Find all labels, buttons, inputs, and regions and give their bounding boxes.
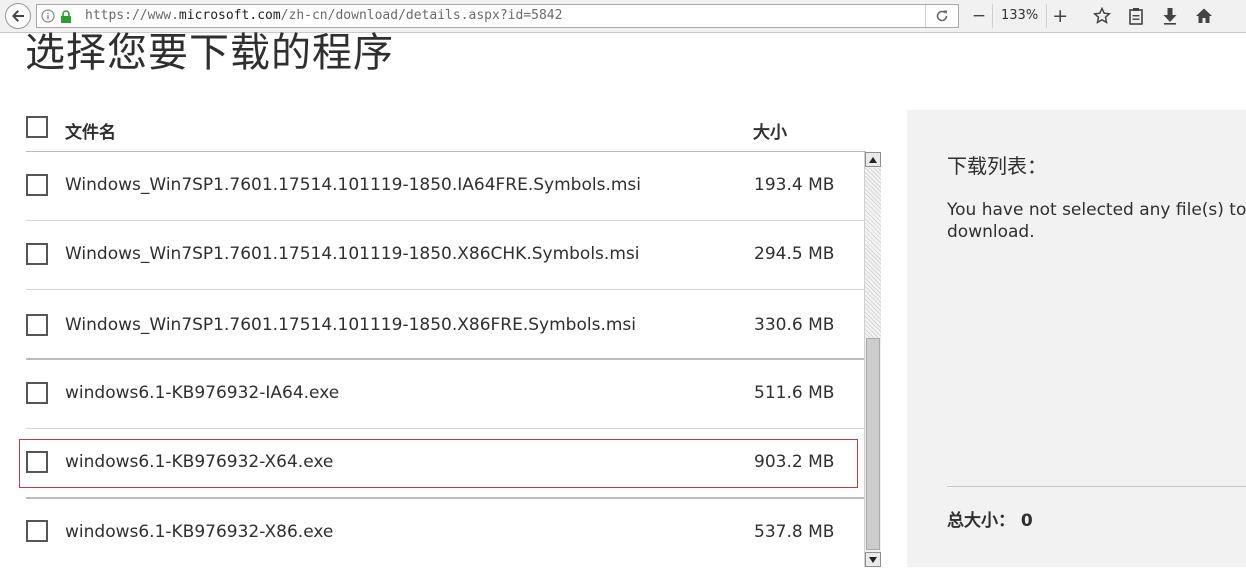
file-row[interactable]: Windows_Win7SP1.7601.17514.101119-1850.I… xyxy=(26,152,866,221)
file-row[interactable]: windows6.1-KB976932-IA64.exe 511.6 MB xyxy=(26,360,866,429)
info-icon[interactable] xyxy=(41,9,55,23)
downloads-button[interactable] xyxy=(1158,4,1182,28)
url-bar[interactable]: https://www.microsoft.com/zh-cn/download… xyxy=(36,4,959,28)
highlight-box xyxy=(19,439,858,488)
column-header-size: 大小 xyxy=(753,123,787,143)
url-suffix: /zh-cn/download/details.aspx?id=5842 xyxy=(280,8,563,23)
url-text[interactable]: https://www.microsoft.com/zh-cn/download… xyxy=(85,8,562,23)
home-button[interactable] xyxy=(1192,4,1216,28)
file-checkbox[interactable] xyxy=(26,382,48,404)
total-size-label: 总大小： xyxy=(947,511,1015,531)
file-checkbox[interactable] xyxy=(26,174,48,196)
download-list-title: 下载列表： xyxy=(947,154,1047,178)
reading-list-button[interactable] xyxy=(1124,4,1148,28)
zoom-out-label: − xyxy=(971,6,987,26)
zoom-controls: − 133% + xyxy=(966,4,1073,28)
scroll-thumb[interactable] xyxy=(866,338,880,550)
home-icon xyxy=(1196,8,1212,23)
file-size: 330.6 MB xyxy=(754,315,835,335)
back-arrow-icon xyxy=(12,10,24,22)
lock-icon xyxy=(61,10,71,23)
file-checkbox[interactable] xyxy=(26,314,48,336)
file-name: windows6.1-KB976932-IA64.exe xyxy=(65,383,340,403)
download-arrow-icon xyxy=(1163,8,1177,25)
scroll-up-button[interactable] xyxy=(865,152,881,167)
panel-divider xyxy=(947,486,1246,487)
url-domain: microsoft.com xyxy=(178,8,281,23)
column-header-filename: 文件名 xyxy=(65,123,116,143)
file-name: Windows_Win7SP1.7601.17514.101119-1850.X… xyxy=(65,315,636,335)
url-prefix: https://www. xyxy=(85,8,179,23)
total-size-value: 0 xyxy=(1020,511,1033,531)
bookmark-star-button[interactable] xyxy=(1090,4,1114,28)
file-table-header: 文件名 大小 xyxy=(26,116,866,152)
star-icon xyxy=(1093,7,1111,24)
browser-toolbar: https://www.microsoft.com/zh-cn/download… xyxy=(0,0,1246,33)
zoom-in-label: + xyxy=(1052,5,1069,27)
file-name: windows6.1-KB976932-X86.exe xyxy=(65,522,334,542)
file-name: Windows_Win7SP1.7601.17514.101119-1850.I… xyxy=(65,175,641,195)
reload-button[interactable] xyxy=(925,5,958,27)
file-size: 537.8 MB xyxy=(754,522,835,542)
zoom-in-button[interactable]: + xyxy=(1047,4,1073,28)
download-list-panel: 下载列表： You have not selected any file(s) … xyxy=(907,110,1246,567)
reload-icon xyxy=(936,10,948,22)
file-size: 193.4 MB xyxy=(754,175,835,195)
file-size: 294.5 MB xyxy=(754,244,835,264)
triangle-down-icon xyxy=(869,556,877,563)
file-size: 511.6 MB xyxy=(754,383,835,403)
zoom-level[interactable]: 133% xyxy=(992,4,1048,28)
triangle-up-icon xyxy=(869,156,877,163)
toolbar-icons xyxy=(1090,4,1216,28)
file-row[interactable]: Windows_Win7SP1.7601.17514.101119-1850.X… xyxy=(26,290,866,360)
back-button[interactable] xyxy=(5,3,31,29)
file-checkbox[interactable] xyxy=(26,243,48,265)
total-size: 总大小： 0 xyxy=(947,506,1033,531)
scroll-track[interactable] xyxy=(865,168,881,338)
scroll-down-button[interactable] xyxy=(865,552,881,567)
file-row[interactable]: Windows_Win7SP1.7601.17514.101119-1850.X… xyxy=(26,221,866,290)
file-list: Windows_Win7SP1.7601.17514.101119-1850.I… xyxy=(26,152,866,567)
file-checkbox[interactable] xyxy=(26,520,48,542)
select-all-checkbox[interactable] xyxy=(26,116,48,138)
zoom-out-button[interactable]: − xyxy=(966,4,992,28)
download-list-message: You have not selected any file(s) to dow… xyxy=(947,200,1246,242)
file-name: Windows_Win7SP1.7601.17514.101119-1850.X… xyxy=(65,244,640,264)
file-row[interactable]: windows6.1-KB976932-X86.exe 537.8 MB xyxy=(26,499,866,567)
page-title: 选择您要下载的程序 xyxy=(25,30,394,76)
clipboard-icon xyxy=(1129,8,1143,25)
file-list-scrollbar[interactable] xyxy=(864,152,881,567)
